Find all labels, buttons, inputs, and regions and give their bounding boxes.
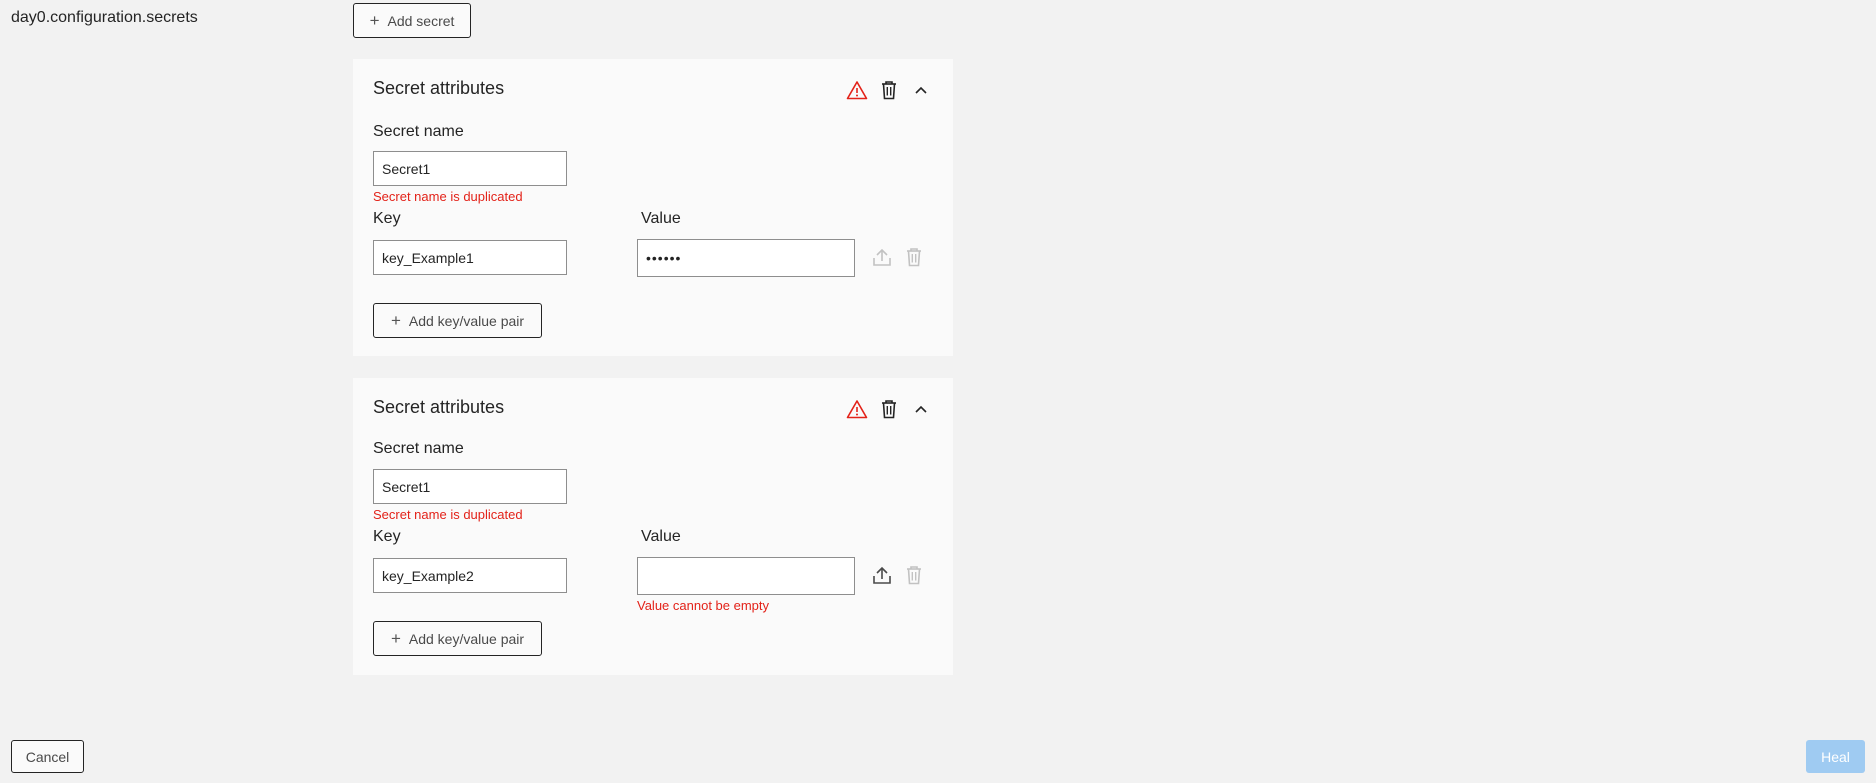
value-label: Value: [641, 210, 681, 227]
secret-name-label: Secret name: [373, 440, 464, 457]
key-label: Key: [373, 528, 401, 545]
plus-icon: +: [390, 311, 401, 330]
card-title: Secret attributes: [373, 78, 505, 98]
key-input[interactable]: key_Example1: [373, 240, 567, 275]
value-input[interactable]: [637, 557, 855, 595]
add-secret-label: Add secret: [387, 12, 455, 29]
secret-name-input[interactable]: Secret1: [373, 151, 567, 186]
delete-secret-icon[interactable]: [877, 397, 901, 421]
secret-card-2: Secret attributes Secret name Secret1 Se…: [353, 378, 953, 675]
warning-icon: [845, 397, 869, 421]
delete-pair-icon[interactable]: [902, 245, 926, 269]
upload-icon[interactable]: [870, 563, 894, 587]
section-label: day0.configuration.secrets: [11, 9, 198, 26]
upload-icon[interactable]: [870, 245, 894, 269]
secret-name-error: Secret name is duplicated: [373, 507, 523, 522]
kv-actions: [870, 245, 926, 269]
add-key-value-button[interactable]: + Add key/value pair: [373, 303, 542, 338]
chevron-up-icon[interactable]: [909, 78, 933, 102]
add-kv-label: Add key/value pair: [408, 312, 525, 329]
secret-card-1: Secret attributes Secret name Secret1 Se…: [353, 59, 953, 356]
card-title: Secret attributes: [373, 397, 505, 417]
cancel-button[interactable]: Cancel: [11, 740, 84, 773]
secret-name-input[interactable]: Secret1: [373, 469, 567, 504]
add-key-value-button[interactable]: + Add key/value pair: [373, 621, 542, 656]
card-actions: [845, 397, 933, 421]
plus-icon: +: [390, 629, 401, 648]
delete-pair-icon[interactable]: [902, 563, 926, 587]
value-label: Value: [641, 528, 681, 545]
value-input[interactable]: ••••••: [637, 239, 855, 277]
secret-name-error: Secret name is duplicated: [373, 189, 523, 204]
warning-icon: [845, 78, 869, 102]
key-input[interactable]: key_Example2: [373, 558, 567, 593]
card-actions: [845, 78, 933, 102]
kv-actions: [870, 563, 926, 587]
key-label: Key: [373, 210, 401, 227]
heal-button[interactable]: Heal: [1806, 740, 1865, 773]
plus-icon: +: [369, 11, 380, 30]
delete-secret-icon[interactable]: [877, 78, 901, 102]
value-error: Value cannot be empty: [637, 598, 770, 613]
secrets-config-page: day0.configuration.secrets + Add secret …: [0, 0, 1876, 783]
add-kv-label: Add key/value pair: [408, 630, 525, 647]
chevron-up-icon[interactable]: [909, 397, 933, 421]
add-secret-button[interactable]: + Add secret: [353, 3, 471, 38]
secret-name-label: Secret name: [373, 123, 464, 140]
